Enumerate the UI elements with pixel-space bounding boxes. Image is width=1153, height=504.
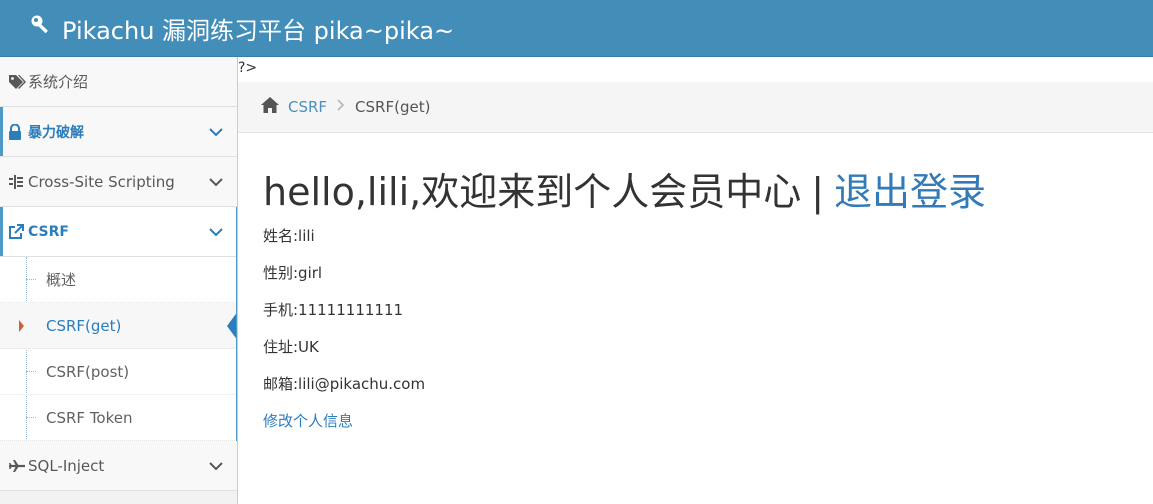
sidebar-item-xss[interactable]: Cross-Site Scripting [0, 157, 237, 207]
greeting-text: hello,lili,欢迎来到个人会员中心 [263, 170, 802, 214]
tags-icon [8, 74, 28, 90]
tree-connector [26, 371, 36, 372]
sidebar-item-csrf[interactable]: CSRF [0, 207, 237, 257]
submenu-item-label: CSRF(post) [46, 362, 130, 381]
sidebar-item-label: Cross-Site Scripting [28, 172, 175, 191]
field-phone: 手机:11111111111 [263, 301, 404, 319]
chevron-down-icon [209, 123, 223, 141]
csrf-menu-group: CSRF 概述 CSRF(get) CSRF(post) CSRF Token [0, 207, 237, 441]
submenu-item-label: CSRF(get) [46, 316, 122, 335]
lock-icon [8, 123, 28, 140]
main-content: ?> CSRF CSRF(get) hello,lili,欢迎来到个人会员中心 |… [238, 57, 1153, 504]
caret-right-icon [19, 320, 24, 332]
sidebar-item-label: SQL-Inject [28, 456, 105, 475]
submenu-item-csrf-get[interactable]: CSRF(get) [0, 303, 237, 349]
stray-text: ?> [238, 60, 258, 76]
submenu-item-csrf-token[interactable]: CSRF Token [0, 395, 237, 441]
edit-profile-link[interactable]: 修改个人信息 [263, 410, 986, 431]
home-icon[interactable] [260, 96, 280, 118]
field-email: 邮箱:lili@pikachu.com [263, 375, 426, 393]
breadcrumb: CSRF CSRF(get) [238, 82, 1153, 133]
app-title: Pikachu 漏洞练习平台 pika~pika~ [62, 16, 455, 45]
field-address: 住址:UK [263, 338, 319, 356]
chevron-down-icon [209, 173, 223, 191]
sidebar-item-sqli[interactable]: SQL-Inject [0, 441, 237, 491]
submenu-item-overview[interactable]: 概述 [0, 257, 237, 303]
breadcrumb-link-csrf[interactable]: CSRF [288, 98, 327, 116]
sidebar-item-bruteforce[interactable]: 暴力破解 [0, 107, 237, 157]
tree-connector [26, 417, 36, 418]
chevron-down-icon [209, 457, 223, 475]
external-link-icon [8, 223, 28, 240]
breadcrumb-current: CSRF(get) [355, 98, 431, 116]
chevron-right-icon [337, 99, 345, 115]
indent-icon [8, 174, 28, 190]
tree-connector [26, 279, 36, 280]
brand[interactable]: Pikachu 漏洞练习平台 pika~pika~ [30, 11, 454, 46]
csrf-submenu: 概述 CSRF(get) CSRF(post) CSRF Token [0, 257, 237, 441]
submenu-item-label: 概述 [46, 271, 77, 289]
separator: | [811, 170, 825, 214]
field-name: 姓名:lili [263, 227, 315, 245]
chevron-down-icon [209, 223, 223, 241]
profile-panel: hello,lili,欢迎来到个人会员中心 | 退出登录 姓名:lili 性别:gi… [263, 167, 986, 431]
active-pointer [227, 311, 237, 341]
sidebar: 系统介绍 暴力破解 Cross-Site Scripting CSRF 概述 C… [0, 57, 238, 504]
sidebar-item-intro[interactable]: 系统介绍 [0, 57, 237, 107]
logout-link[interactable]: 退出登录 [834, 170, 986, 214]
top-navbar: Pikachu 漏洞练习平台 pika~pika~ [0, 0, 1153, 57]
submenu-item-csrf-post[interactable]: CSRF(post) [0, 349, 237, 395]
sidebar-item-label: 系统介绍 [28, 73, 89, 91]
sidebar-item-label: CSRF [28, 223, 69, 240]
welcome-heading: hello,lili,欢迎来到个人会员中心 | 退出登录 [263, 167, 986, 217]
key-icon [30, 14, 62, 42]
sidebar-item-label: 暴力破解 [28, 124, 84, 141]
field-gender: 性别:girl [263, 264, 323, 282]
plane-icon [8, 459, 28, 473]
submenu-item-label: CSRF Token [46, 408, 133, 427]
